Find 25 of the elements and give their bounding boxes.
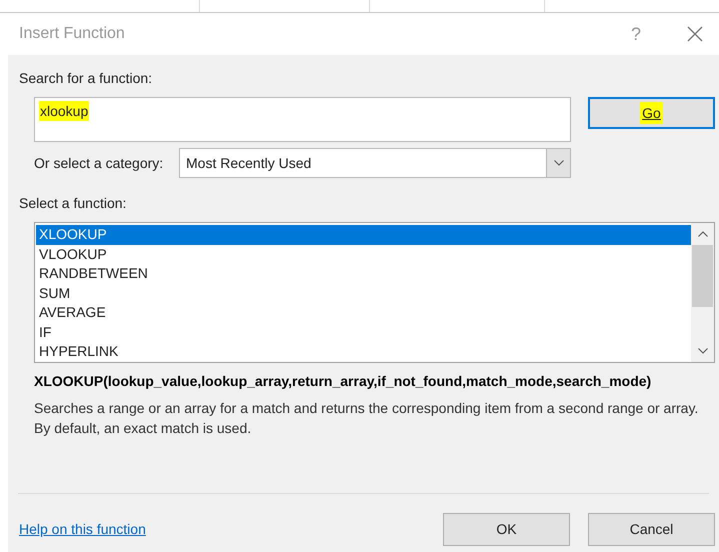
close-icon[interactable] [687, 26, 703, 42]
function-list-item[interactable]: XLOOKUP [36, 225, 691, 244]
scroll-up-icon[interactable] [698, 231, 708, 237]
window-title: Insert Function [19, 24, 126, 44]
search-label: Search for a function: [19, 69, 154, 88]
function-list-item[interactable]: AVERAGE [36, 303, 691, 322]
scroll-thumb[interactable] [692, 245, 713, 307]
go-button[interactable]: Go [588, 97, 715, 129]
function-list-item[interactable]: RANDBETWEEN [36, 264, 691, 284]
search-field[interactable]: xlookup [39, 101, 90, 121]
chevron-down-icon [554, 160, 564, 166]
function-list-item[interactable]: SUM [36, 284, 691, 303]
help-link[interactable]: Help on this function [19, 519, 425, 540]
dialog-button[interactable]: Cancel [588, 513, 715, 546]
function-list-item[interactable]: VLOOKUP [36, 244, 691, 264]
function-list-item[interactable]: HYPERLINK [36, 342, 691, 362]
function-syntax: XLOOKUP(lookup_value,lookup_array,return_array,if_not_found,match_mode,search_mode) [34, 372, 652, 391]
dialog-button[interactable]: OK [443, 513, 570, 546]
scrollbar[interactable] [691, 223, 714, 362]
function-description: Searches a range or an array for a match and returns the corresponding item from a second range or array. By default, an exact match is used. [34, 399, 700, 438]
category-label: Or select a category: [34, 154, 164, 173]
scroll-down-icon[interactable] [698, 348, 708, 354]
function-list-label: Select a function: [19, 194, 128, 213]
category-dropdown[interactable]: Most Recently Used [179, 148, 571, 178]
function-list-item[interactable]: IF [36, 322, 691, 342]
